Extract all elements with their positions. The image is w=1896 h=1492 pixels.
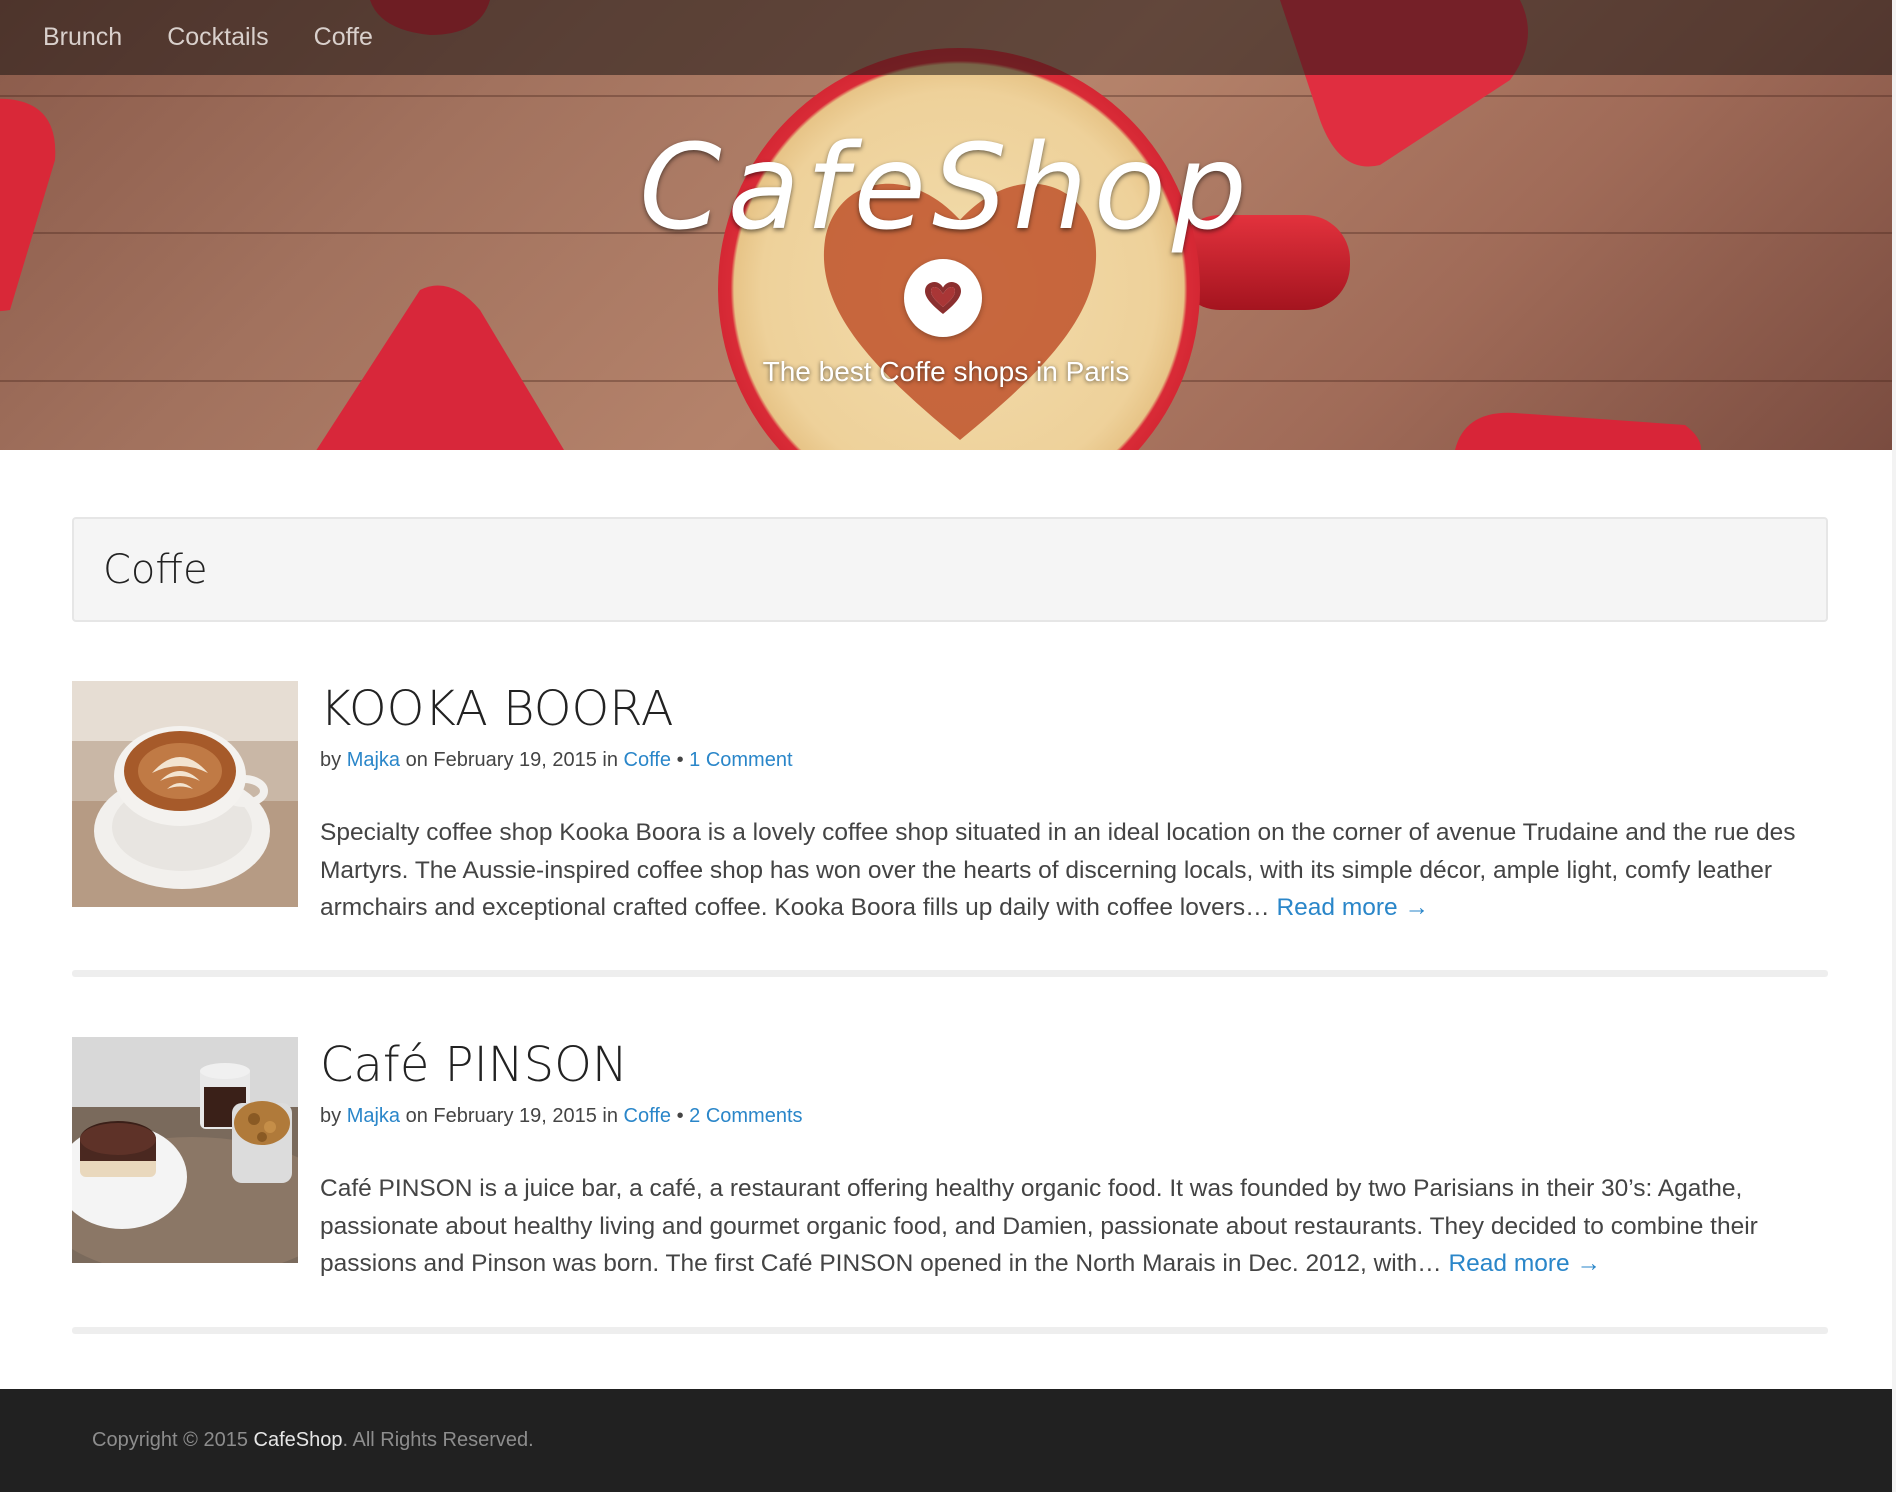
site-footer: Copyright © 2015 CafeShop. All Rights Re… <box>0 1389 1892 1492</box>
post-excerpt: Specialty coffee shop Kooka Boora is a l… <box>320 814 1828 927</box>
category-title: Coffe <box>103 546 208 593</box>
nav-item-cocktails[interactable]: Cocktails <box>167 23 268 52</box>
meta-separator: • <box>676 749 684 771</box>
read-more-link[interactable]: Read more → <box>1276 894 1429 921</box>
comments-link[interactable]: 1 Comment <box>689 749 792 771</box>
footer-brand-link[interactable]: CafeShop <box>254 1429 343 1452</box>
post-card: KOOKA BOORA by Majka on February 19, 201… <box>72 681 1828 921</box>
post-title[interactable]: KOOKA BOORA <box>320 681 1828 737</box>
copyright-suffix: . All Rights Reserved. <box>342 1429 534 1451</box>
cake-coffee-image <box>72 1037 298 1263</box>
heart-badge <box>904 259 982 337</box>
read-more-link[interactable]: Read more → <box>1448 1250 1601 1277</box>
post-title[interactable]: Café PINSON <box>320 1037 1828 1093</box>
meta-date: on February 19, 2015 in <box>405 749 618 771</box>
category-link[interactable]: Coffe <box>624 1105 671 1127</box>
category-header: Coffe <box>72 517 1828 622</box>
category-link[interactable]: Coffe <box>624 749 671 771</box>
page-right-edge <box>1892 0 1896 1492</box>
heart-cookie-image <box>1455 412 1701 450</box>
author-link[interactable]: Majka <box>347 749 400 771</box>
post-body: KOOKA BOORA by Majka on February 19, 201… <box>320 681 1828 927</box>
post-meta: by Majka on February 19, 2015 in Coffe •… <box>320 749 1828 772</box>
latte-image <box>72 681 298 907</box>
author-link[interactable]: Majka <box>347 1105 400 1127</box>
top-navbar: Brunch Cocktails Coffe <box>0 0 1892 75</box>
post-divider <box>72 970 1828 977</box>
comments-link[interactable]: 2 Comments <box>689 1105 802 1127</box>
post-thumbnail-latte[interactable] <box>72 681 298 907</box>
meta-by: by <box>320 749 342 771</box>
meta-by: by <box>320 1105 342 1127</box>
post-divider <box>72 1327 1828 1334</box>
excerpt-text: Specialty coffee shop Kooka Boora is a l… <box>320 819 1796 921</box>
hero-banner: Brunch Cocktails Coffe CafeShop The best… <box>0 0 1892 450</box>
meta-date: on February 19, 2015 in <box>405 1105 618 1127</box>
post-body: Café PINSON by Majka on February 19, 201… <box>320 1037 1828 1283</box>
post-excerpt: Café PINSON is a juice bar, a café, a re… <box>320 1170 1828 1283</box>
site-tagline: The best Coffe shops in Paris <box>762 356 1130 387</box>
post-thumbnail-cake[interactable] <box>72 1037 298 1263</box>
copyright-prefix: Copyright © 2015 <box>92 1429 248 1451</box>
meta-separator: • <box>676 1105 684 1127</box>
nav-item-brunch[interactable]: Brunch <box>43 23 122 52</box>
heart-icon <box>925 282 961 314</box>
nav-item-coffe[interactable]: Coffe <box>314 23 373 52</box>
site-logo-title[interactable]: CafeShop <box>0 118 1892 256</box>
post-card: Café PINSON by Majka on February 19, 201… <box>72 1037 1828 1277</box>
post-meta: by Majka on February 19, 2015 in Coffe •… <box>320 1105 1828 1128</box>
